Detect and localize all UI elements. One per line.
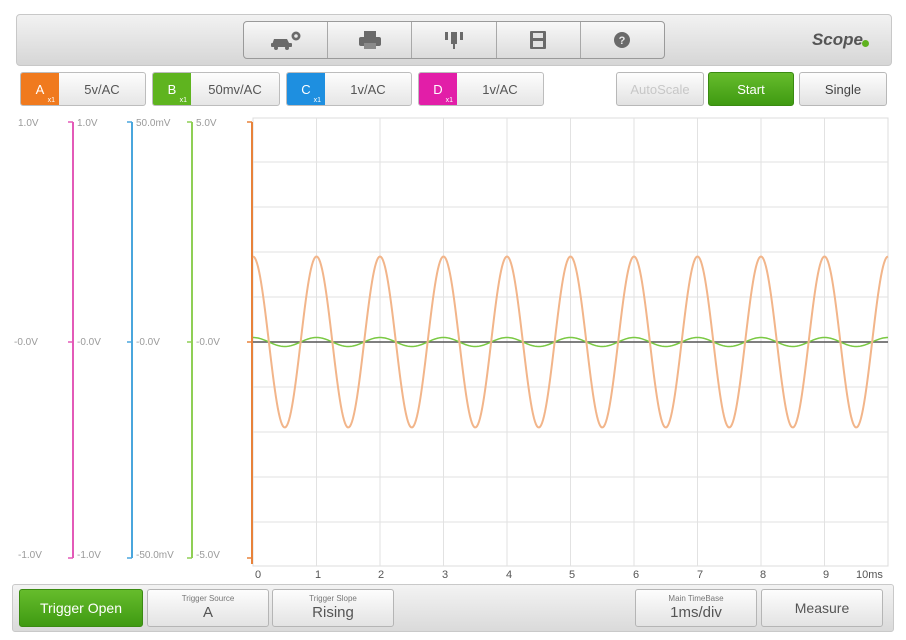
time-label-6: 6 — [633, 569, 640, 581]
channel-b-button[interactable]: B x1 50mv/AC — [152, 72, 280, 106]
time-label-7: 7 — [697, 569, 704, 581]
autoscale-label: AutoScale — [630, 81, 690, 97]
probe-icon — [445, 32, 463, 49]
time-label-10: 10ms — [856, 569, 883, 581]
print-icon — [358, 31, 381, 49]
channel-a-mid-label: -0.0V — [196, 337, 220, 348]
channel-d-gain: x1 — [445, 97, 453, 104]
help-icon: ? — [614, 32, 631, 48]
channel-b-top-label: 50.0mV — [136, 118, 171, 129]
channel-d-badge: D x1 — [419, 73, 457, 105]
time-label-8: 8 — [760, 569, 767, 581]
single-label: Single — [824, 81, 862, 97]
vehicle-settings-button[interactable] — [244, 22, 329, 58]
channel-d-letter: D — [433, 81, 443, 97]
main-timebase-value: 1ms/div — [670, 604, 722, 621]
top-toolbar: ? Scope — [16, 14, 892, 66]
time-label-0: 0 — [255, 569, 262, 581]
save-icon — [530, 31, 547, 49]
channel-b-gain: x1 — [179, 97, 187, 104]
channel-d-top-label: 1.0V — [18, 118, 39, 129]
channel-a-button[interactable]: A x1 5v/AC — [20, 72, 146, 106]
app-logo-dot — [862, 40, 869, 47]
trigger-source-value: A — [202, 604, 213, 621]
channel-c-badge: C x1 — [287, 73, 325, 105]
channel-d-range: 1v/AC — [482, 81, 518, 97]
time-label-4: 4 — [506, 569, 513, 581]
channel-c-top-label: 1.0V — [77, 118, 98, 129]
channel-d-mid-label: -0.0V — [14, 337, 38, 348]
measure-label: Measure — [794, 600, 850, 616]
help-button[interactable]: ? — [581, 22, 664, 58]
channel-b-letter: B — [167, 81, 177, 97]
channel-a-bottom-label: -5.0V — [196, 550, 220, 561]
app-title: Scope — [812, 30, 869, 50]
channel-b-badge: B x1 — [153, 73, 191, 105]
channel-a-range: 5v/AC — [84, 81, 120, 97]
trigger-source-button[interactable]: Trigger Source A — [147, 589, 269, 627]
start-button[interactable]: Start — [708, 72, 794, 106]
channel-a-top-label: 5.0V — [196, 118, 217, 129]
time-label-1: 1 — [315, 569, 322, 581]
app-title-text: Scope — [811, 30, 863, 49]
probe-button[interactable] — [412, 22, 497, 58]
main-timebase-caption: Main TimeBase — [668, 594, 724, 603]
channel-c-range: 1v/AC — [350, 81, 386, 97]
time-label-5: 5 — [569, 569, 576, 581]
channel-b-bottom-label: -50.0mV — [136, 550, 174, 561]
start-label: Start — [737, 81, 765, 97]
time-label-2: 2 — [378, 569, 385, 581]
scope-display[interactable]: 1.0V -0.0V -1.0V 1.0V -0.0V -1.0V 50.0mV… — [0, 110, 906, 588]
channel-c-button[interactable]: C x1 1v/AC — [286, 72, 412, 106]
time-label-9: 9 — [823, 569, 830, 581]
trigger-slope-value: Rising — [312, 604, 354, 621]
vehicle-settings-icon — [270, 31, 301, 50]
trigger-open-button[interactable]: Trigger Open — [19, 589, 143, 627]
channel-b-range: 50mv/AC — [208, 81, 262, 97]
single-button[interactable]: Single — [799, 72, 887, 106]
trigger-source-caption: Trigger Source — [181, 594, 235, 603]
channel-bar: A x1 5v/AC B x1 50mv/AC C x1 1v/AC D x1 … — [16, 68, 890, 108]
autoscale-button[interactable]: AutoScale — [616, 72, 704, 106]
channel-a-letter: A — [35, 81, 45, 97]
channel-d-button[interactable]: D x1 1v/AC — [418, 72, 544, 106]
channel-c-bottom-label: -1.0V — [77, 550, 101, 561]
measure-button[interactable]: Measure — [761, 589, 883, 627]
trigger-open-label: Trigger Open — [40, 600, 122, 616]
channel-c-letter: C — [301, 81, 311, 97]
trigger-slope-button[interactable]: Trigger Slope Rising — [272, 589, 394, 627]
channel-a-gain: x1 — [47, 97, 55, 104]
scope-plot — [68, 117, 889, 567]
bottom-bar: Trigger Open Trigger Source A Trigger Sl… — [12, 584, 894, 632]
print-button[interactable] — [328, 22, 413, 58]
time-label-3: 3 — [442, 569, 449, 581]
trigger-slope-caption: Trigger Slope — [309, 594, 357, 603]
main-timebase-button[interactable]: Main TimeBase 1ms/div — [635, 589, 757, 627]
channel-a-badge: A x1 — [21, 73, 59, 105]
toolbar-button-group: ? — [243, 21, 665, 59]
save-button[interactable] — [497, 22, 581, 58]
channel-c-mid-label: -0.0V — [77, 337, 101, 348]
channel-b-mid-label: -0.0V — [136, 337, 160, 348]
svg-text:?: ? — [619, 35, 626, 47]
channel-c-gain: x1 — [313, 97, 321, 104]
channel-d-bottom-label: -1.0V — [18, 550, 42, 561]
